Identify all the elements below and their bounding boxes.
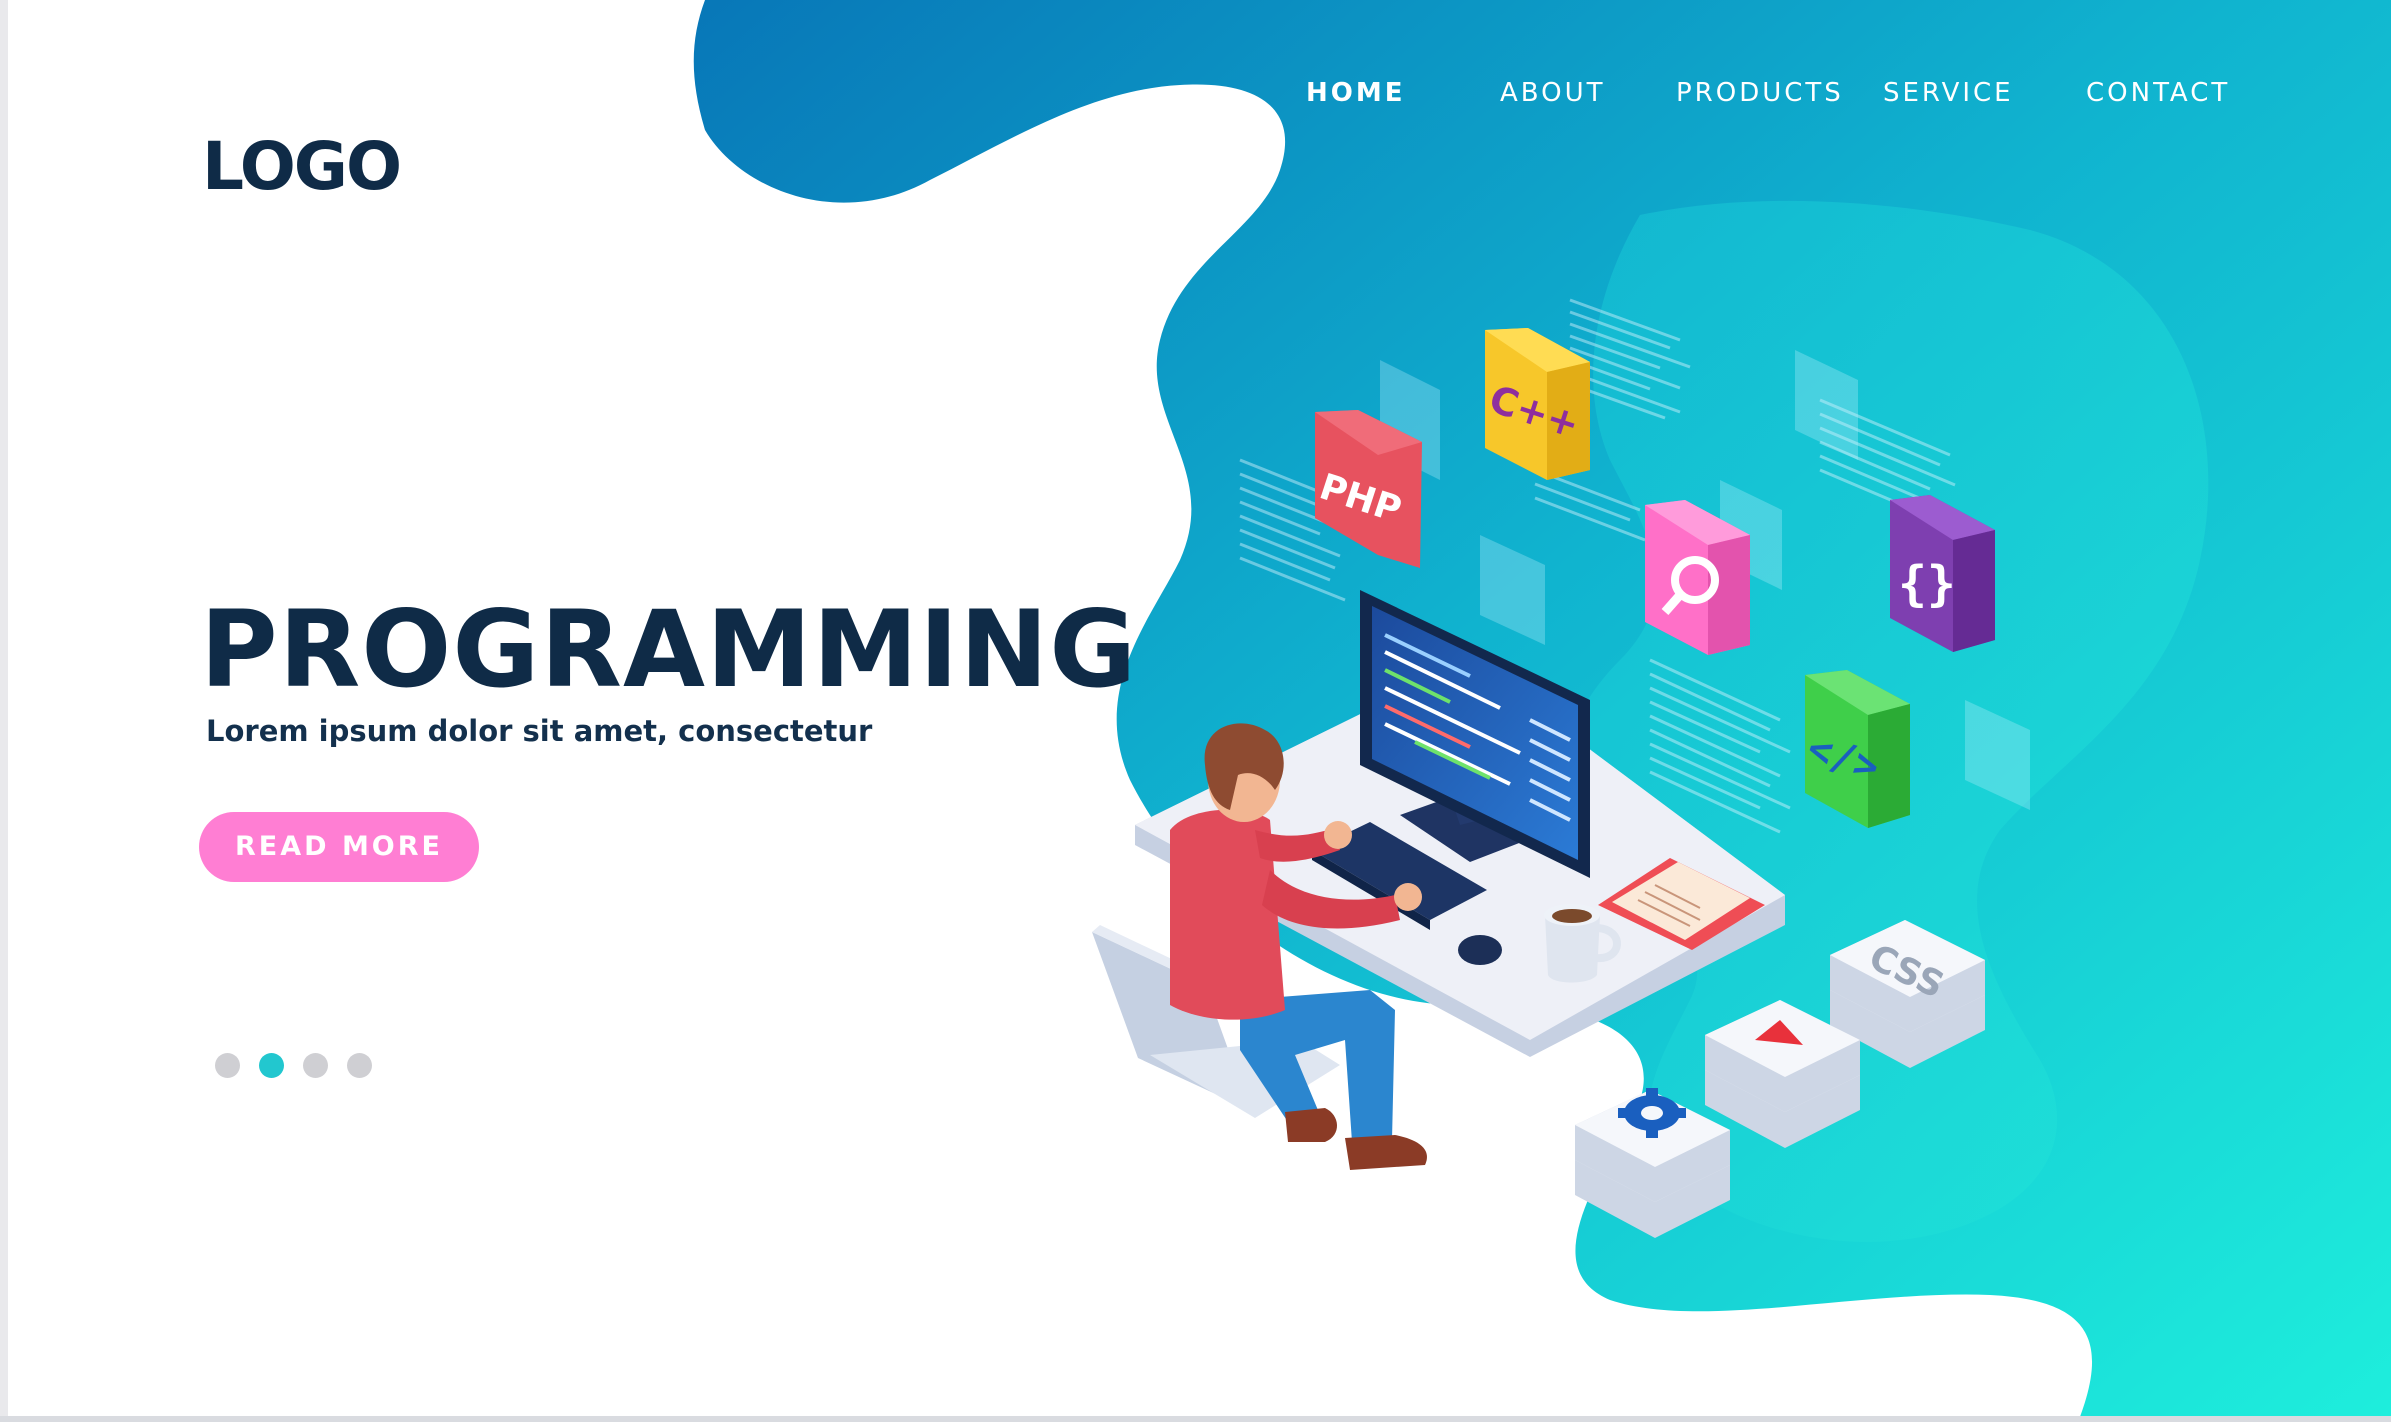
hero-illustration: PHP C++ {} </> CSS xyxy=(693,0,2391,1422)
hero-subtitle: Lorem ipsum dolor sit amet, consectetur xyxy=(206,714,873,748)
nav-contact[interactable]: CONTACT xyxy=(2086,78,2230,108)
window-left-edge xyxy=(0,0,8,1422)
nav-products[interactable]: PRODUCTS xyxy=(1676,78,1844,108)
carousel-dot-1[interactable] xyxy=(215,1053,240,1078)
window-bottom-edge xyxy=(0,1416,2391,1422)
nav-about[interactable]: ABOUT xyxy=(1500,78,1606,108)
carousel-dot-2[interactable] xyxy=(259,1053,284,1078)
nav-home[interactable]: HOME xyxy=(1306,78,1406,108)
carousel-dot-4[interactable] xyxy=(347,1053,372,1078)
carousel-dot-3[interactable] xyxy=(303,1053,328,1078)
landing-page: PHP C++ {} </> CSS LOGO HOME ABOUT PRODU… xyxy=(0,0,2391,1422)
mouse-icon xyxy=(1458,935,1502,965)
nav-service[interactable]: SERVICE xyxy=(1883,78,2014,108)
braces-icon: {} xyxy=(1898,556,1956,612)
read-more-button[interactable]: READ MORE xyxy=(199,812,479,882)
page-title: PROGRAMMING xyxy=(200,588,1138,711)
logo[interactable]: LOGO xyxy=(202,128,402,205)
